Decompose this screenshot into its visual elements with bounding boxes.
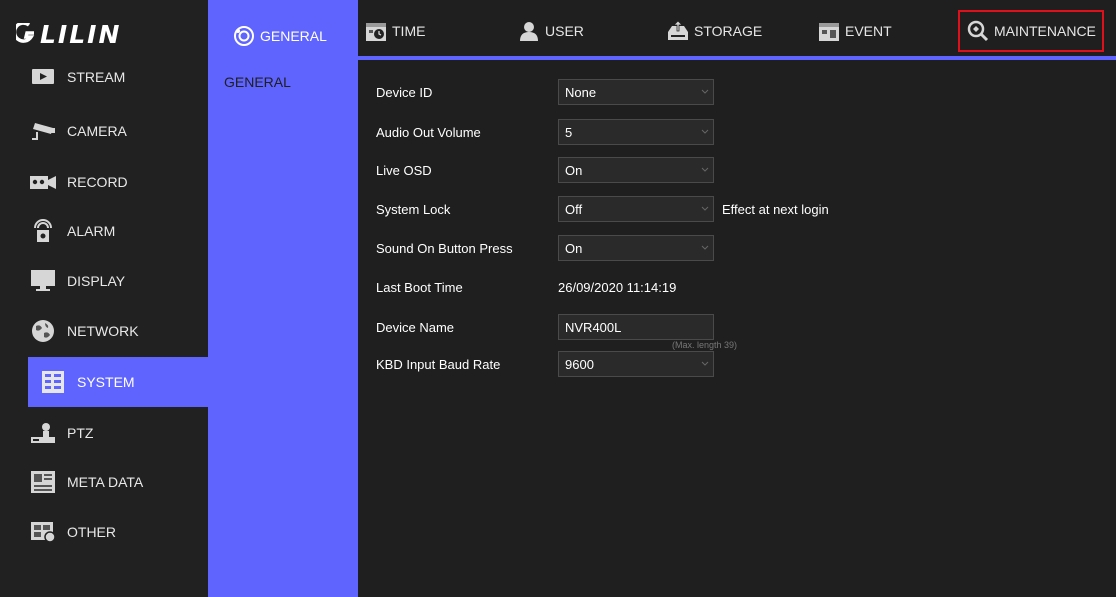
logo-mark-icon [16, 23, 35, 43]
device-id-value: None [565, 84, 597, 100]
system-lock-select[interactable]: Off [558, 196, 714, 222]
device-id-select[interactable]: None [558, 79, 714, 105]
sidebar-item-label: OTHER [67, 524, 116, 540]
sidebar-item-record[interactable]: RECORD [0, 157, 208, 207]
logo-text: LILIN [40, 19, 122, 49]
form-row-sound-on-button-press: Sound On Button Press On [376, 234, 1096, 262]
general-settings-form: Device ID None Audio Out Volume 5 Live O… [358, 64, 1116, 597]
chevron-down-icon [701, 361, 709, 366]
audio-out-volume-select[interactable]: 5 [558, 119, 714, 145]
calendar-clock-icon [364, 19, 388, 43]
sidebar-item-label: ALARM [67, 223, 116, 239]
tab-general[interactable]: GENERAL [208, 12, 358, 60]
system-lock-label: System Lock [376, 201, 451, 217]
gear-icon [232, 24, 256, 48]
tab-maintenance[interactable]: MAINTENANCE [958, 10, 1104, 52]
other-icon [28, 519, 58, 545]
system-lock-note: Effect at next login [722, 201, 829, 217]
stream-icon [28, 64, 58, 90]
sidebar-item-stream[interactable]: STREAM [0, 52, 208, 102]
device-name-label: Device Name [376, 319, 455, 335]
chevron-down-icon [701, 245, 709, 250]
live-osd-value: On [565, 162, 583, 178]
sidebar-item-camera[interactable]: CAMERA [0, 106, 208, 156]
sidebar-item-ptz[interactable]: PTZ [0, 408, 208, 458]
sidebar-item-label: DISPLAY [67, 273, 126, 289]
audio-out-volume-value: 5 [565, 124, 573, 140]
tab-storage[interactable]: STORAGE [666, 10, 762, 52]
storage-icon [666, 19, 690, 43]
sidebar-item-meta-data[interactable]: META DATA [0, 457, 208, 507]
form-row-device-name: Device Name NVR400L (Max. length 39) [376, 313, 1096, 350]
form-row-audio-out-volume: Audio Out Volume 5 [376, 118, 1096, 146]
alarm-icon [28, 218, 58, 244]
chevron-down-icon [701, 89, 709, 94]
sidebar-item-other[interactable]: OTHER [0, 507, 208, 557]
maintenance-icon [966, 19, 990, 43]
tab-label: MAINTENANCE [994, 23, 1096, 39]
tab-bar-underline [358, 56, 1116, 60]
chevron-down-icon [701, 129, 709, 134]
tab-label: TIME [392, 23, 426, 39]
tab-time[interactable]: TIME [364, 10, 425, 52]
sidebar-item-label: META DATA [67, 474, 144, 490]
tab-label: GENERAL [260, 28, 327, 44]
tab-label: STORAGE [694, 23, 763, 39]
live-osd-select[interactable]: On [558, 157, 714, 183]
metadata-icon [28, 469, 58, 495]
sound-on-button-press-label: Sound On Button Press [376, 240, 513, 256]
sidebar-item-network[interactable]: NETWORK [0, 306, 208, 356]
system-icon [38, 369, 68, 395]
camera-icon [28, 118, 58, 144]
audio-out-volume-label: Audio Out Volume [376, 124, 481, 140]
last-boot-time-value: 26/09/2020 11:14:19 [558, 279, 677, 295]
sidebar-item-label: STREAM [67, 69, 126, 85]
device-id-label: Device ID [376, 84, 433, 100]
sidebar: LILIN STREAM CAMERA RECORD ALARM DISPLAY [0, 0, 208, 597]
sound-on-button-press-value: On [565, 240, 583, 256]
form-row-kbd-input-baud-rate: KBD Input Baud Rate 9600 [376, 350, 1096, 378]
sidebar-item-label: PTZ [67, 425, 94, 441]
tab-label: USER [545, 23, 584, 39]
sound-on-button-press-select[interactable]: On [558, 235, 714, 261]
brand-logo: LILIN [16, 14, 121, 54]
kbd-input-baud-rate-value: 9600 [565, 356, 594, 372]
live-osd-label: Live OSD [376, 162, 432, 178]
sidebar-item-system[interactable]: SYSTEM [28, 357, 208, 407]
form-row-live-osd: Live OSD On [376, 156, 1096, 184]
device-name-input[interactable]: NVR400L [558, 314, 714, 340]
kbd-input-baud-rate-select[interactable]: 9600 [558, 351, 714, 377]
sidebar-item-label: RECORD [67, 174, 128, 190]
sub-navigation: GENERAL [208, 0, 358, 597]
last-boot-time-label: Last Boot Time [376, 279, 463, 295]
device-name-value: NVR400L [565, 319, 622, 335]
sidebar-item-display[interactable]: DISPLAY [0, 256, 208, 306]
ptz-icon [28, 420, 58, 446]
kbd-input-baud-rate-label: KBD Input Baud Rate [376, 356, 501, 372]
sidebar-item-label: CAMERA [67, 123, 127, 139]
sidebar-item-label: SYSTEM [77, 374, 135, 390]
tab-event[interactable]: EVENT [817, 10, 892, 52]
subnav-item-general[interactable]: GENERAL [224, 74, 291, 90]
form-row-device-id: Device ID None [376, 78, 1096, 106]
user-icon [517, 19, 541, 43]
chevron-down-icon [701, 167, 709, 172]
record-icon [28, 169, 58, 195]
sidebar-item-label: NETWORK [67, 323, 139, 339]
system-lock-value: Off [565, 201, 583, 217]
chevron-down-icon [701, 206, 709, 211]
form-row-system-lock: System Lock Off Effect at next login [376, 195, 1096, 223]
device-name-hint: (Max. length 39) [672, 340, 738, 350]
display-icon [28, 268, 58, 294]
tab-label: EVENT [845, 23, 892, 39]
event-icon [817, 19, 841, 43]
network-icon [28, 318, 58, 344]
tab-user[interactable]: USER [517, 10, 584, 52]
form-row-last-boot-time: Last Boot Time 26/09/2020 11:14:19 [376, 273, 1096, 301]
sidebar-item-alarm[interactable]: ALARM [0, 206, 208, 256]
